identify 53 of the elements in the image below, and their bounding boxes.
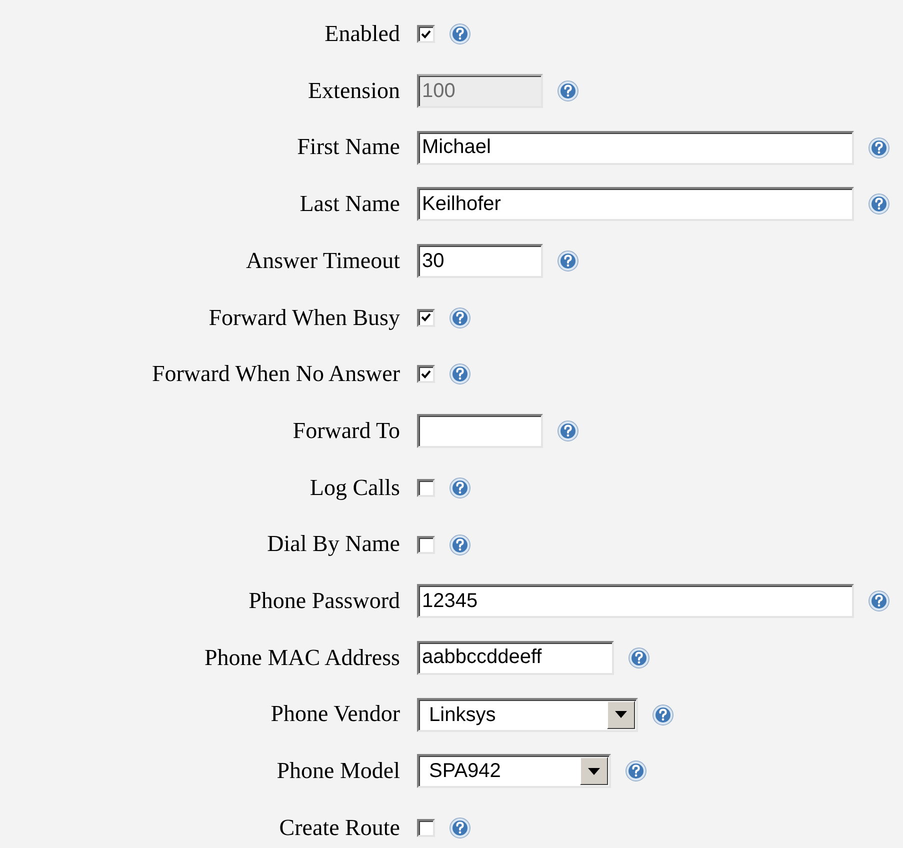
text-field[interactable]: 30 [417,244,543,278]
text-field[interactable] [417,414,543,448]
checkmark-icon [421,313,431,322]
text-field[interactable]: aabbccddeeff [417,640,614,675]
help-icon[interactable] [449,23,471,46]
field-label: Phone Vendor [270,700,400,728]
checkmark-icon [421,30,431,39]
dropdown-value: Linksys [429,702,497,728]
help-icon[interactable] [868,136,890,159]
text-field[interactable]: 12345 [417,584,854,618]
field-label: Enabled [324,20,400,48]
help-icon[interactable] [652,704,674,726]
checkbox[interactable] [417,818,435,837]
dropdown-value: SPA942 [429,759,502,784]
help-icon[interactable] [557,420,579,442]
help-icon[interactable] [868,590,890,612]
checkbox[interactable] [417,478,435,497]
help-icon[interactable] [625,760,647,782]
help-icon[interactable] [628,646,650,669]
dropdown-arrow-button[interactable] [580,757,608,786]
checkbox[interactable] [417,25,435,44]
help-icon[interactable] [557,80,579,102]
field-label: Phone MAC Address [204,644,400,672]
field-label: Forward When Busy [208,304,400,332]
help-icon[interactable] [868,193,890,216]
field-label: First Name [297,133,400,162]
help-icon[interactable] [449,306,471,329]
dropdown[interactable]: Linksys [417,698,638,732]
field-label: Phone Password [248,586,400,615]
field-label: Log Calls [310,474,400,502]
field-label: Forward To [292,416,400,445]
field-label: Dial By Name [267,530,400,558]
text-field[interactable]: Michael [417,130,854,165]
field-label: Forward When No Answer [152,360,400,388]
field-label: Create Route [279,814,400,842]
checkmark-icon [421,370,431,379]
help-icon[interactable] [449,534,471,556]
field-label: Phone Model [276,757,400,786]
help-icon[interactable] [449,363,471,386]
field-label: Answer Timeout [246,246,400,275]
dropdown[interactable]: SPA942 [417,754,611,788]
text-field[interactable]: Keilhofer [417,187,854,222]
help-icon[interactable] [449,816,471,839]
checkbox[interactable] [417,308,435,327]
field-label: Last Name [300,190,400,218]
caret-icon [588,768,600,775]
help-icon[interactable] [449,476,471,499]
checkbox[interactable] [417,365,435,384]
caret-icon [615,711,627,718]
dropdown-arrow-button[interactable] [607,700,635,729]
checkbox[interactable] [417,536,435,554]
field-label: Extension [308,76,400,105]
help-icon[interactable] [557,250,579,272]
